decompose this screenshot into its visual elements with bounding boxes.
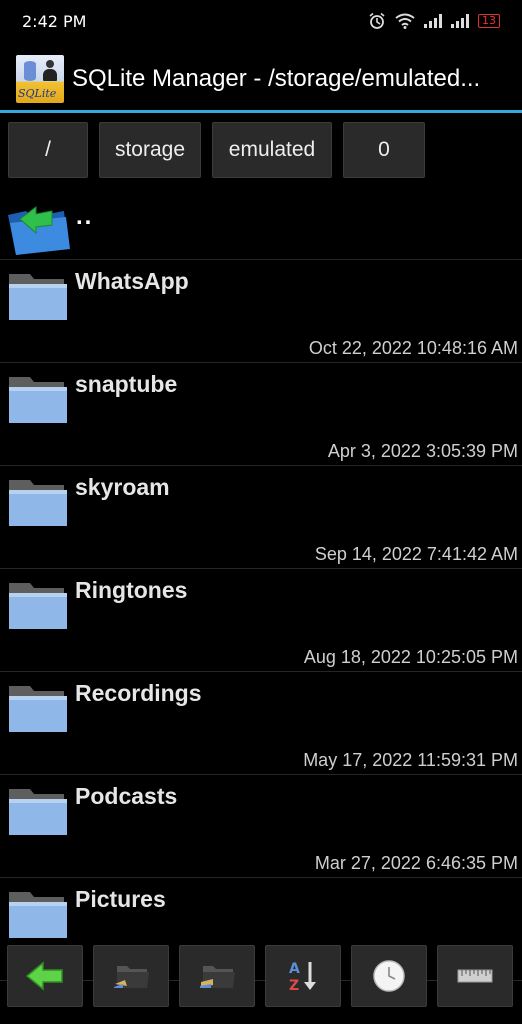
title-bar: SQLite SQLite Manager - /storage/emulate… bbox=[0, 48, 522, 113]
folder-list: WhatsApp Oct 22, 2022 10:48:16 AM snaptu… bbox=[0, 260, 522, 981]
folder-name: snaptube bbox=[75, 371, 178, 397]
svg-text:Z: Z bbox=[289, 978, 299, 994]
folder-icon bbox=[9, 377, 67, 423]
bottom-toolbar: A Z bbox=[0, 945, 522, 1015]
folder-icon bbox=[9, 583, 67, 629]
list-item[interactable]: WhatsApp Oct 22, 2022 10:48:16 AM bbox=[0, 260, 522, 363]
list-item[interactable]: snaptube Apr 3, 2022 3:05:39 PM bbox=[0, 363, 522, 466]
folder-icon bbox=[9, 892, 67, 938]
back-button[interactable] bbox=[7, 945, 83, 1007]
status-bar: 2:42 PM 13 bbox=[0, 0, 522, 42]
folder-date: Mar 27, 2022 6:46:35 PM bbox=[314, 853, 518, 873]
app-logo-icon: SQLite bbox=[16, 55, 64, 103]
folder-date: Aug 18, 2022 10:25:05 PM bbox=[303, 647, 518, 667]
list-item[interactable]: skyroam Sep 14, 2022 7:41:42 AM bbox=[0, 466, 522, 569]
breadcrumb-storage[interactable]: storage bbox=[99, 122, 201, 178]
folder-name: Pictures bbox=[75, 886, 166, 912]
folder-open-icon bbox=[200, 966, 235, 988]
folder-date: Apr 3, 2022 3:05:39 PM bbox=[327, 441, 518, 461]
folder-name: Podcasts bbox=[75, 783, 178, 809]
sort-az-icon: A Z bbox=[289, 961, 316, 994]
signal-2-icon bbox=[451, 14, 469, 28]
folder-up-icon bbox=[8, 206, 70, 255]
list-item[interactable]: Ringtones Aug 18, 2022 10:25:05 PM bbox=[0, 569, 522, 672]
folder-name: Recordings bbox=[75, 680, 202, 706]
list-item[interactable]: Recordings May 17, 2022 11:59:31 PM bbox=[0, 672, 522, 775]
parent-directory-label: .. bbox=[76, 203, 94, 230]
sort-by-size-button[interactable] bbox=[437, 945, 513, 1007]
folder-icon bbox=[9, 686, 67, 732]
folder-name: skyroam bbox=[75, 474, 170, 500]
back-arrow-icon bbox=[25, 961, 63, 991]
breadcrumb: / storage emulated 0 bbox=[8, 122, 425, 178]
folder-icon bbox=[9, 480, 67, 526]
ruler-icon bbox=[457, 969, 493, 983]
breadcrumb-emulated[interactable]: emulated bbox=[212, 122, 332, 178]
page-title: SQLite Manager - /storage/emulated... bbox=[72, 65, 481, 92]
parent-directory-row[interactable]: .. bbox=[0, 195, 522, 260]
alarm-icon bbox=[369, 12, 385, 29]
folder-name: Ringtones bbox=[75, 577, 188, 603]
sort-by-date-button[interactable] bbox=[351, 945, 427, 1007]
sort-button[interactable]: A Z bbox=[265, 945, 341, 1007]
wifi-icon bbox=[395, 13, 415, 29]
folder-icon bbox=[9, 274, 67, 320]
folder-date: Oct 22, 2022 10:48:16 AM bbox=[308, 338, 518, 358]
folder-icon bbox=[9, 789, 67, 835]
new-folder-button[interactable] bbox=[93, 945, 169, 1007]
breadcrumb-root[interactable]: / bbox=[8, 122, 88, 178]
breadcrumb-0[interactable]: 0 bbox=[343, 122, 425, 178]
open-folder-button[interactable] bbox=[179, 945, 255, 1007]
folder-date: May 17, 2022 11:59:31 PM bbox=[303, 750, 518, 770]
battery-icon: 13 bbox=[478, 14, 500, 28]
signal-1-icon bbox=[424, 14, 442, 28]
folder-name: WhatsApp bbox=[75, 268, 189, 294]
status-time: 2:42 PM bbox=[22, 11, 87, 31]
list-item[interactable]: Podcasts Mar 27, 2022 6:46:35 PM bbox=[0, 775, 522, 878]
folder-date: Sep 14, 2022 7:41:42 AM bbox=[314, 544, 518, 564]
folder-new-icon bbox=[114, 966, 149, 988]
status-icons: 13 bbox=[368, 12, 500, 30]
svg-text:A: A bbox=[289, 961, 300, 977]
clock-icon bbox=[373, 960, 405, 992]
